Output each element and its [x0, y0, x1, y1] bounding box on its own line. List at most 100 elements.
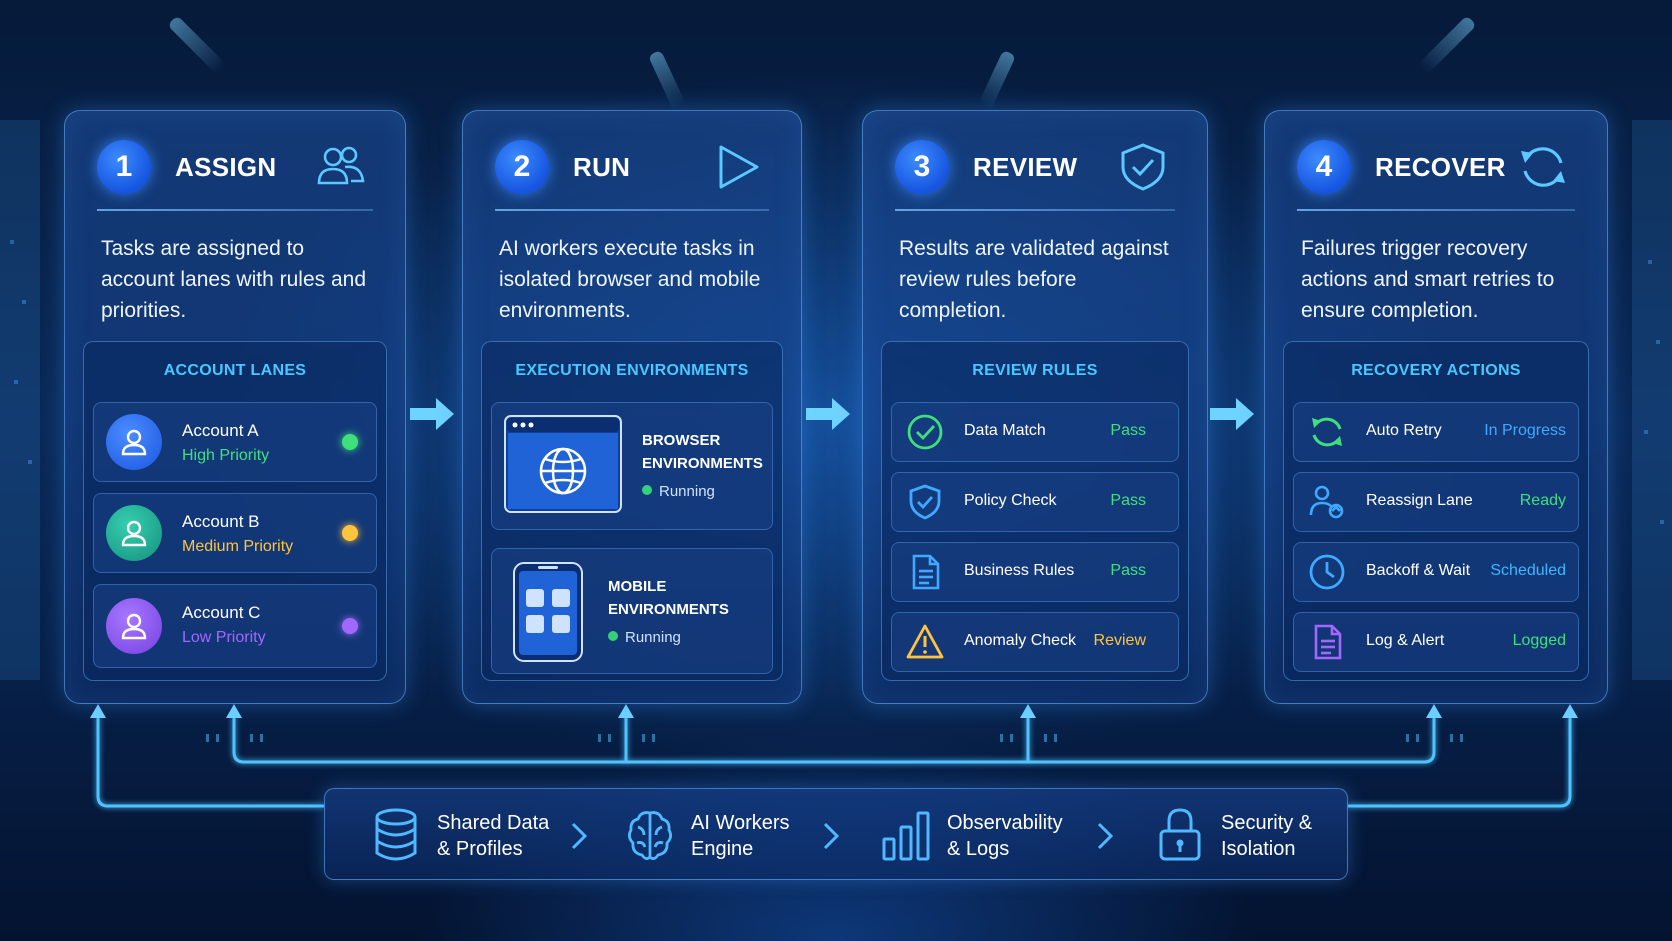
- card-header: 4 RECOVER: [1297, 139, 1575, 195]
- retry-icon: [1312, 417, 1342, 447]
- review-rule-row[interactable]: Business Rules Pass: [891, 542, 1179, 602]
- step-description: Results are validated against review rul…: [899, 237, 1169, 322]
- chevron-right-icon: [823, 822, 840, 850]
- avatar: [106, 414, 162, 470]
- recovery-action-row[interactable]: Backoff & Wait Scheduled: [1293, 542, 1579, 602]
- environment-status: Running: [642, 483, 715, 500]
- account-lane-row[interactable]: Account B Medium Priority: [93, 493, 377, 573]
- phone-icon: [513, 562, 583, 662]
- mobile-environment-row[interactable]: MOBILE ENVIRONMENTS Running: [491, 548, 773, 674]
- refresh-icon: [1521, 147, 1565, 187]
- action-status: Ready: [1519, 492, 1566, 509]
- step-title: RECOVER: [1375, 151, 1506, 182]
- recovery-action-row[interactable]: Reassign Lane Ready: [1293, 472, 1579, 532]
- step-description: Tasks are assigned to account lanes with…: [101, 237, 366, 322]
- arrow-right-icon: [410, 398, 454, 430]
- browser-environment-row[interactable]: BROWSER ENVIRONMENTS Running: [491, 402, 773, 530]
- action-name: Reassign Lane: [1366, 492, 1473, 509]
- panel-title: EXECUTION ENVIRONMENTS: [515, 362, 749, 379]
- account-lanes-panel: ACCOUNT LANES Account A High Priority Ac…: [83, 341, 387, 681]
- rule-name: Data Match: [964, 422, 1046, 439]
- service-ai-workers[interactable]: AI Workers Engine: [625, 807, 825, 863]
- account-name: Account A: [182, 421, 259, 440]
- shield-check-icon: [1121, 143, 1165, 191]
- user-icon: [121, 520, 147, 547]
- lock-icon: [1159, 808, 1201, 861]
- service-label: Security & Isolation: [1221, 812, 1313, 860]
- rule-name: Policy Check: [964, 492, 1057, 509]
- account-lane-row[interactable]: Account A High Priority: [93, 402, 377, 482]
- environment-title: BROWSER ENVIRONMENTS: [642, 432, 763, 472]
- avatar: [106, 505, 162, 561]
- step-number-badge: 4: [1297, 140, 1351, 194]
- database-icon: [375, 808, 417, 861]
- status-dot: [342, 434, 358, 450]
- environment-title: MOBILE ENVIRONMENTS: [608, 578, 729, 618]
- service-label: AI Workers Engine: [691, 812, 790, 860]
- warning-icon: [906, 624, 944, 659]
- account-name: Account B: [182, 512, 260, 531]
- review-rule-row[interactable]: Policy Check Pass: [891, 472, 1179, 532]
- workflow-diagram: 1 ASSIGN Tasks are assigned to account l…: [0, 0, 1672, 941]
- service-security[interactable]: Security & Isolation: [1155, 807, 1335, 863]
- step-card-assign: 1 ASSIGN Tasks are assigned to account l…: [64, 110, 406, 704]
- avatar: [106, 598, 162, 654]
- recovery-action-row[interactable]: Auto Retry In Progress: [1293, 402, 1579, 462]
- review-rule-row[interactable]: Data Match Pass: [891, 402, 1179, 462]
- reassign-user-icon: [1309, 485, 1344, 519]
- step-card-review: 3 REVIEW Results are validated against r…: [862, 110, 1208, 704]
- step-title: REVIEW: [973, 151, 1078, 182]
- panel-title: ACCOUNT LANES: [163, 362, 307, 379]
- card-header: 1 ASSIGN: [97, 139, 373, 195]
- document-icon: [912, 554, 940, 590]
- running-dot-icon: [642, 485, 652, 495]
- environment-status: Running: [608, 629, 681, 646]
- play-icon: [719, 145, 759, 189]
- step-card-recover: 4 RECOVER Failures trigger recovery acti…: [1264, 110, 1608, 704]
- step-description: Failures trigger recovery actions and sm…: [1301, 237, 1555, 322]
- status-dot: [342, 525, 358, 541]
- review-rule-row[interactable]: Anomaly Check Review: [891, 612, 1179, 672]
- step-title: RUN: [573, 151, 631, 182]
- log-file-icon: [1314, 624, 1342, 660]
- action-status: Scheduled: [1490, 562, 1566, 579]
- rule-status: Pass: [1110, 492, 1146, 509]
- recovery-action-row[interactable]: Log & Alert Logged: [1293, 612, 1579, 672]
- account-name: Account C: [182, 603, 261, 622]
- card-header: 2 RUN: [495, 139, 769, 195]
- bar-chart-icon: [882, 811, 930, 861]
- service-observability[interactable]: Observability & Logs: [881, 807, 1101, 863]
- step-description: AI workers execute tasks in isolated bro…: [499, 237, 761, 322]
- divider: [1297, 209, 1575, 211]
- action-name: Auto Retry: [1366, 422, 1442, 439]
- rule-name: Anomaly Check: [964, 632, 1077, 649]
- recovery-actions-panel: RECOVERY ACTIONS Auto Retry In Progress …: [1283, 341, 1589, 681]
- rule-status: Review: [1093, 632, 1146, 649]
- step-card-run: 2 RUN AI workers execute tasks in isolat…: [462, 110, 802, 704]
- service-shared-data[interactable]: Shared Data & Profiles: [371, 807, 571, 863]
- step-number-badge: 1: [97, 140, 151, 194]
- rule-name: Business Rules: [964, 562, 1075, 579]
- step-title: ASSIGN: [175, 151, 277, 182]
- platform-services-bar: Shared Data& Profiles AI WorkersEngine: [324, 788, 1348, 880]
- arrow-right-icon: [806, 398, 850, 430]
- status-dot: [342, 618, 358, 634]
- chevron-right-icon: [1097, 822, 1114, 850]
- service-label: Observability & Logs: [947, 812, 1063, 860]
- panel-title: REVIEW RULES: [972, 362, 1098, 379]
- step-number-badge: 2: [495, 140, 549, 194]
- globe-icon: [504, 415, 622, 513]
- review-rules-panel: REVIEW RULES Data Match Pass Policy Chec…: [881, 341, 1189, 681]
- brain-icon: [628, 811, 672, 860]
- action-name: Log & Alert: [1366, 632, 1445, 649]
- users-icon: [317, 146, 365, 185]
- user-icon: [121, 613, 147, 640]
- arrow-right-icon: [1210, 398, 1254, 430]
- running-dot-icon: [608, 631, 618, 641]
- action-name: Backoff & Wait: [1366, 562, 1471, 579]
- divider: [895, 209, 1175, 211]
- account-lane-row[interactable]: Account C Low Priority: [93, 584, 377, 668]
- rule-status: Pass: [1110, 562, 1146, 579]
- chevron-right-icon: [571, 822, 588, 850]
- action-status: In Progress: [1484, 422, 1566, 439]
